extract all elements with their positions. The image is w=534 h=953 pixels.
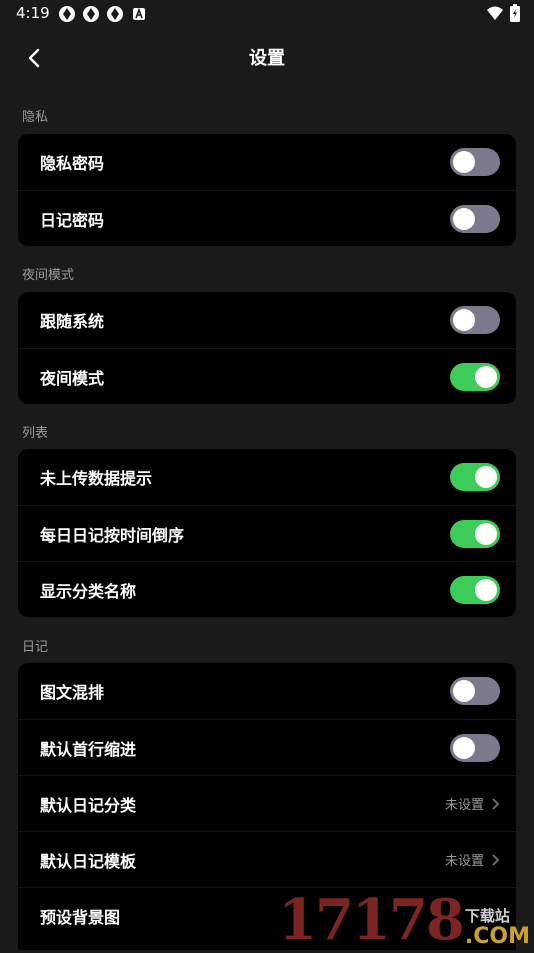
first-line-indent-toggle[interactable] [450,733,500,762]
a-badge-icon [133,7,145,20]
status-bar: 4:19 [0,0,534,28]
toggle-knob [475,365,497,388]
status-time: 4:19 [16,4,50,22]
row-label: 默认首行缩进 [40,739,137,759]
mixed-layout-toggle[interactable] [450,677,500,705]
settings-row-default-category[interactable]: 默认日记分类 未设置 [18,775,516,831]
chevron-right-icon [492,797,500,810]
settings-row-reverse-order[interactable]: 每日日记按时间倒序 [18,505,516,561]
app-icon [107,6,123,22]
night-mode-toggle[interactable] [450,362,500,391]
toggle-knob [453,736,475,759]
toggle-knob [475,466,497,488]
toggle-knob [475,522,497,545]
settings-row-first-line-indent[interactable]: 默认首行缩进 [18,719,516,775]
watermark-cn: 下载站 [464,907,510,925]
row-label: 图文混排 [40,683,105,702]
toggle-knob [453,680,475,702]
section-label-night-mode: 夜间模式 [22,268,75,283]
toggle-knob [453,309,475,331]
toggle-knob [475,578,497,601]
row-label: 默认日记模板 [40,851,137,871]
card-night-mode: 跟随系统 夜间模式 [18,292,516,404]
section-label-privacy: 隐私 [22,110,49,125]
settings-row-diary-password[interactable]: 日记密码 [18,190,516,246]
status-icons-left [58,5,148,23]
row-label: 跟随系统 [40,312,105,331]
settings-row-night-mode[interactable]: 夜间模式 [18,348,516,404]
app-icon [59,6,75,22]
settings-row-unuploaded-hint[interactable]: 未上传数据提示 [18,449,516,505]
battery-charging-icon [510,4,520,22]
diary-password-toggle[interactable] [450,204,500,233]
row-label: 默认日记分类 [40,795,137,815]
row-value: 未设置 [444,854,484,869]
settings-row-mixed-layout[interactable]: 图文混排 [18,663,516,719]
section-label-diary: 日记 [22,640,49,655]
section-label-list: 列表 [22,426,49,441]
watermark-logo: 17178 下载站 .COM [278,892,530,948]
card-privacy: 隐私密码 日记密码 [18,134,516,246]
row-label: 隐私密码 [40,154,105,173]
row-label: 每日日记按时间倒序 [40,525,185,545]
unuploaded-hint-toggle[interactable] [450,463,500,491]
settings-row-follow-system[interactable]: 跟随系统 [18,292,516,348]
app-icon [83,6,99,22]
row-label: 日记密码 [40,210,105,230]
settings-row-privacy-password[interactable]: 隐私密码 [18,134,516,190]
settings-row-default-template[interactable]: 默认日记模板 未设置 [18,831,516,887]
toggle-knob [453,151,475,173]
follow-system-toggle[interactable] [450,306,500,334]
row-value: 未设置 [444,798,484,813]
watermark-number: 17178 [278,887,465,953]
privacy-password-toggle[interactable] [450,148,500,176]
status-icons-right [486,4,520,22]
watermark-side: 下载站 .COM [465,905,530,948]
page-title: 设置 [249,48,285,69]
show-category-toggle[interactable] [450,575,500,604]
reverse-order-toggle[interactable] [450,519,500,548]
wifi-icon [487,6,503,20]
toggle-knob [453,207,475,230]
chevron-right-icon [492,853,500,866]
row-label: 夜间模式 [40,368,105,388]
watermark-com: .COM [464,924,530,949]
card-list: 未上传数据提示 每日日记按时间倒序 显示分类名称 [18,449,516,617]
row-label: 未上传数据提示 [40,469,153,488]
row-label: 显示分类名称 [40,581,137,601]
settings-row-show-category[interactable]: 显示分类名称 [18,561,516,617]
nav-bar: 设置 [0,28,534,86]
